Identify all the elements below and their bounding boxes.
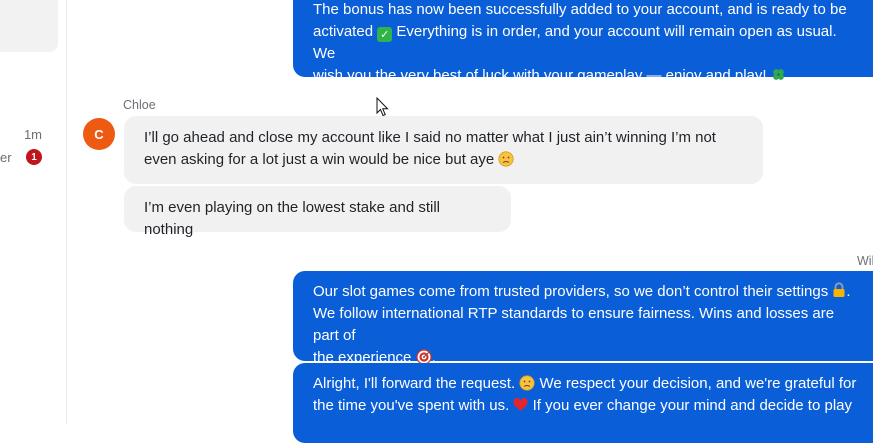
sender-name: Wil bbox=[857, 254, 873, 268]
message-line: We follow international RTP standards to… bbox=[313, 305, 835, 344]
message-line: the time you've spent with us. bbox=[313, 397, 510, 414]
message-line: even asking for a lot just a win would b… bbox=[144, 151, 495, 168]
message-line: I’m even playing on the lowest stake and… bbox=[144, 199, 440, 238]
sad-face-icon bbox=[498, 151, 514, 167]
lock-icon bbox=[833, 282, 845, 297]
conversation-sidebar: 1m er 1 bbox=[0, 0, 67, 424]
message-line: We respect your decision, and we're grat… bbox=[539, 375, 857, 392]
four-leaf-clover-icon bbox=[772, 69, 784, 80]
unread-badge: 1 bbox=[26, 149, 42, 165]
message-line: activated bbox=[313, 23, 374, 40]
incoming-message: I’ll go ahead and close my account like … bbox=[124, 116, 763, 184]
conversation-card[interactable] bbox=[0, 0, 58, 52]
message-line: Everything is in order, and your account… bbox=[313, 23, 837, 62]
check-mark-icon: ✓ bbox=[377, 27, 393, 42]
conversation-time: 1m bbox=[23, 127, 42, 142]
sender-name: Chloe bbox=[123, 98, 156, 112]
message-line: Our slot games come from trusted provide… bbox=[313, 283, 829, 300]
message-line: The bonus has now been successfully adde… bbox=[313, 1, 847, 18]
outgoing-message: Our slot games come from trusted provide… bbox=[293, 271, 873, 366]
outgoing-message: The bonus has now been successfully adde… bbox=[293, 0, 873, 84]
message-line: I’ll go ahead and close my account like … bbox=[144, 129, 716, 146]
message-line: Alright, I'll forward the request. bbox=[313, 375, 516, 392]
message-line: If you ever change your mind and decide … bbox=[532, 397, 853, 414]
message-line: wish you the very best of luck with your… bbox=[313, 67, 767, 84]
sad-face-icon bbox=[519, 375, 535, 391]
mouse-cursor-icon bbox=[376, 97, 389, 117]
incoming-message: I’m even playing on the lowest stake and… bbox=[124, 186, 511, 238]
conversation-snippet: er bbox=[0, 150, 12, 165]
outgoing-message: Alright, I'll forward the request. We re… bbox=[293, 363, 873, 443]
chat-thread: The bonus has now been successfully adde… bbox=[67, 0, 873, 443]
heart-icon bbox=[513, 397, 529, 411]
avatar: C bbox=[83, 118, 115, 150]
